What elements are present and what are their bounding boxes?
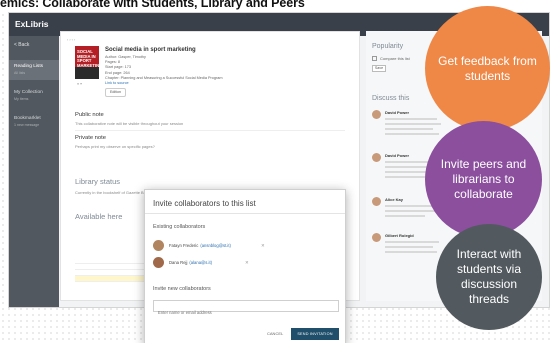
avatar: [153, 240, 164, 251]
invite-input-wrapper: [153, 300, 339, 318]
exlibris-logo: ExLibris: [15, 19, 49, 29]
item-title: Social media in sport marketing: [105, 47, 196, 53]
book-cover: SOCIAL MEDIA IN SPORT MARKETING: [75, 46, 99, 79]
avatar: [372, 153, 381, 162]
comment-author: Alice Kay: [385, 197, 404, 202]
comment-text-line: [385, 215, 425, 217]
breadcrumb: ‹ › ‹ ›: [67, 38, 76, 42]
collaborator-email: (ansnblog@st.it): [200, 243, 231, 248]
avatar: [372, 110, 381, 119]
public-note-label: Public note: [75, 112, 104, 118]
library-status-heading: Library status: [75, 177, 121, 186]
feedback-bubble-text: Get feedback from students: [438, 53, 537, 83]
divider: [75, 130, 345, 131]
checkbox-icon: [372, 56, 377, 62]
comment-author: David Power: [385, 153, 410, 158]
cite-icon[interactable]: ❝ ❞: [77, 82, 82, 87]
collaborate-bubble-text: Invite peers and librarians to collabora…: [440, 157, 527, 201]
checkbox-label: Compare this list: [380, 56, 410, 61]
edition-tag[interactable]: Edition: [105, 88, 126, 98]
sidebar-item-bookmarklet[interactable]: Bookmarklet 1 new message: [9, 112, 59, 132]
send-invitation-button[interactable]: SEND INVITATION: [291, 328, 339, 340]
comment-text-line: [385, 123, 441, 125]
comment-author: David Power: [385, 110, 410, 115]
popularity-heading: Popularity: [372, 43, 404, 50]
private-note-text[interactable]: Perhaps print my observe on specific pag…: [75, 144, 155, 149]
discussion-bubble-text: Interact with students via discussion th…: [456, 247, 522, 306]
invite-email-input[interactable]: [154, 307, 338, 318]
book-cover-title: SOCIAL MEDIA IN SPORT MARKETING: [77, 49, 99, 68]
feedback-bubble: Get feedback from students: [425, 6, 550, 131]
item-metadata: Author: Gasper, Timothy Pages: 8 Start p…: [105, 55, 255, 98]
collaborator-name: Fatayn Frederic (ansnblog@st.it): [169, 243, 231, 248]
avatar: [372, 233, 381, 242]
page-headline: emics: Collaborate with Students, Librar…: [0, 0, 305, 10]
comment: David Power: [372, 110, 442, 140]
invite-new-label: Invite new collaborators: [153, 286, 211, 292]
collaborator-name: Dana Rejj (alana@s.it): [169, 260, 212, 265]
comment-text-line: [385, 133, 439, 135]
cancel-button[interactable]: CANCEL: [267, 331, 283, 336]
source-link[interactable]: Link to source: [105, 81, 255, 86]
avatar: [153, 257, 164, 268]
comment-text-line: [385, 118, 437, 120]
compare-checkbox[interactable]: Compare this list: [372, 56, 410, 62]
sidebar-item-label: Reading Lists: [14, 64, 44, 69]
comment-text-line: [385, 246, 433, 248]
dialog-divider: [145, 213, 345, 214]
invite-collaborators-dialog: Invite collaborators to this list Existi…: [144, 189, 346, 343]
collaborator-email: (alana@s.it): [189, 260, 213, 265]
dialog-title: Invite collaborators to this list: [153, 199, 256, 208]
sidebar-item-label: My Collection: [14, 90, 43, 95]
sidebar-item-sub: 1 new message: [14, 123, 40, 127]
comment-text-line: [385, 128, 433, 130]
save-button[interactable]: Save: [372, 65, 386, 72]
comment-text-line: [385, 241, 439, 243]
discuss-heading: Discuss this: [372, 95, 410, 102]
collaborator-name-text: Fatayn Frederic: [169, 243, 199, 248]
sidebar-item-sub: My items: [14, 97, 29, 101]
public-note-text[interactable]: This collaborative note will be visible …: [75, 121, 183, 126]
collaborator-name-text: Dana Rejj: [169, 260, 188, 265]
avatar: [372, 197, 381, 206]
collaborate-bubble: Invite peers and librarians to collabora…: [425, 121, 542, 238]
library-status-text[interactable]: Currently in the bookshelf of Gazette Bo…: [75, 190, 152, 195]
comment-text-line: [385, 210, 435, 212]
sidebar: < Back Reading Lists All lists My Collec…: [9, 36, 59, 307]
comment: Gilbert Rolegid: [372, 233, 442, 263]
private-note-label: Private note: [75, 135, 106, 141]
comment-text-line: [385, 251, 437, 253]
collaborator-row: Fatayn Frederic (ansnblog@st.it) ✕: [153, 240, 333, 254]
collaborator-row: Dana Rejj (alana@s.it) ✕: [153, 257, 333, 271]
back-link[interactable]: < Back: [14, 42, 29, 48]
remove-collaborator-icon[interactable]: ✕: [245, 260, 249, 266]
discussion-bubble: Interact with students via discussion th…: [436, 224, 542, 330]
sidebar-item-label: Bookmarklet: [14, 116, 41, 121]
remove-collaborator-icon[interactable]: ✕: [261, 243, 265, 249]
sidebar-item-my-collection[interactable]: My Collection My items: [9, 86, 59, 106]
sidebar-item-sub: All lists: [14, 71, 26, 75]
existing-collaborators-label: Existing collaborators: [153, 224, 206, 230]
book-cover-bar: [75, 67, 99, 79]
sidebar-item-reading-lists[interactable]: Reading Lists All lists: [9, 60, 59, 80]
available-heading: Available here: [75, 212, 123, 221]
comment-author: Gilbert Rolegid: [385, 233, 414, 238]
